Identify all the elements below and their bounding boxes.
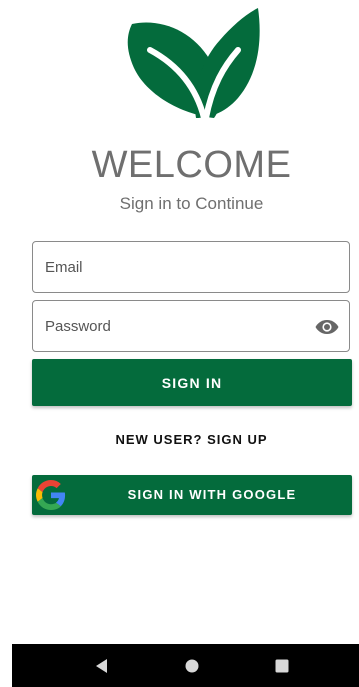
password-field-container [32,300,350,352]
page-title: WELCOME [91,144,292,186]
email-field-container [32,241,350,293]
email-field[interactable] [33,242,349,292]
sign-up-link[interactable]: NEW USER? SIGN UP [0,432,359,447]
password-field[interactable] [33,301,349,351]
system-navigation-bar [12,644,359,687]
home-circle-icon[interactable] [182,656,202,676]
page-subtitle: Sign in to Continue [119,194,264,213]
recents-square-icon[interactable] [272,656,292,676]
eye-icon[interactable] [315,316,339,338]
back-triangle-icon[interactable] [92,656,112,676]
google-sign-in-label: SIGN IN WITH GOOGLE [127,487,297,502]
leaf-logo-icon [127,8,260,120]
google-g-icon [36,480,66,510]
sign-in-button[interactable]: SIGN IN [32,359,352,406]
login-screen: WELCOME Sign in to Continue SIGN IN NEW … [0,0,359,687]
google-sign-in-button[interactable]: SIGN IN WITH GOOGLE [32,475,352,515]
